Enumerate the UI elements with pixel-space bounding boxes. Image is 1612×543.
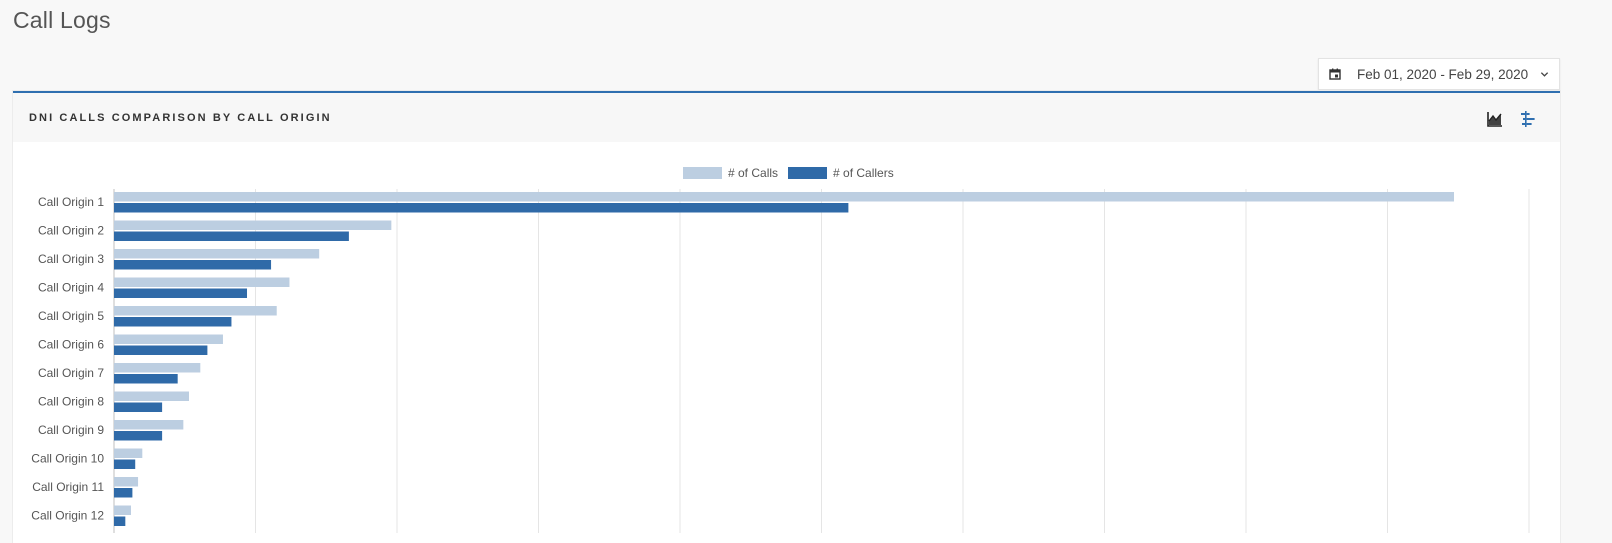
chart-panel: DNI CALLS COMPARISON BY CALL ORIGIN # of… xyxy=(13,91,1560,543)
date-range-picker[interactable]: Feb 01, 2020 - Feb 29, 2020 xyxy=(1318,58,1560,90)
bar-calls[interactable] xyxy=(114,334,223,345)
category-label: Call Origin 10 xyxy=(31,452,104,466)
bar-calls[interactable] xyxy=(114,477,139,487)
bar-callers[interactable] xyxy=(114,203,849,213)
bar-calls[interactable] xyxy=(114,420,184,430)
category-label: Call Origin 6 xyxy=(38,338,104,352)
bar-calls[interactable] xyxy=(114,448,143,459)
bar-callers[interactable] xyxy=(114,260,272,270)
bar-callers[interactable] xyxy=(114,516,126,527)
bar-chart: Call Origin 1 Call Origin 2 Call Origin 3 C… xyxy=(31,189,1530,533)
bar-callers[interactable] xyxy=(114,488,133,498)
bar-callers[interactable] xyxy=(114,459,136,470)
category-label: Call Origin 2 xyxy=(38,224,104,238)
bar-calls[interactable] xyxy=(114,505,131,516)
category-label: Call Origin 8 xyxy=(38,395,104,409)
bar-callers[interactable] xyxy=(114,231,349,242)
category-label: Call Origin 4 xyxy=(38,281,104,295)
bar-calls[interactable] xyxy=(114,192,1455,202)
bar-calls[interactable] xyxy=(114,306,277,316)
bar-callers[interactable] xyxy=(114,288,248,299)
category-label: Call Origin 12 xyxy=(31,509,104,523)
bar-calls[interactable] xyxy=(114,363,201,373)
category-label: Call Origin 11 xyxy=(32,480,104,494)
bar-calls[interactable] xyxy=(114,391,189,402)
bar-callers[interactable] xyxy=(114,431,163,441)
calendar-icon xyxy=(1329,68,1341,80)
bar-callers[interactable] xyxy=(114,345,208,356)
category-label: Call Origin 9 xyxy=(38,423,104,437)
category-label: Call Origin 5 xyxy=(38,309,104,323)
category-label: Call Origin 7 xyxy=(38,366,104,380)
bar-callers[interactable] xyxy=(114,374,178,384)
chevron-down-icon xyxy=(1540,72,1549,77)
bar-calls[interactable] xyxy=(114,277,290,288)
bar-callers[interactable] xyxy=(114,317,232,327)
bar-calls[interactable] xyxy=(114,249,320,259)
category-label: Call Origin 3 xyxy=(38,252,104,266)
page-title: Call Logs xyxy=(13,7,111,33)
bar-callers[interactable] xyxy=(114,402,163,413)
category-label: Call Origin 1 xyxy=(38,195,104,209)
date-range-text: Feb 01, 2020 - Feb 29, 2020 xyxy=(1357,67,1529,82)
bar-calls[interactable] xyxy=(114,220,392,231)
